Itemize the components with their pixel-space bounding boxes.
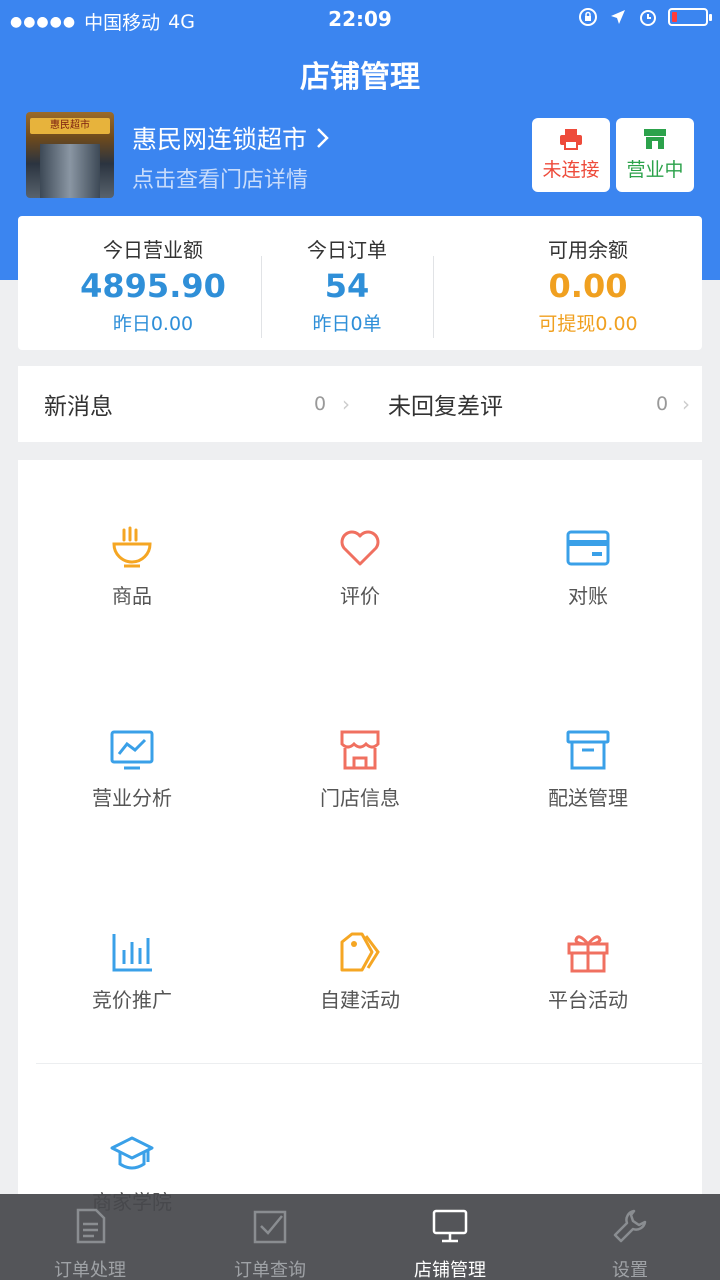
bar-chart-icon [112,934,152,972]
orders-stat[interactable]: 今日订单 54 昨日0单 [261,234,433,336]
chart-monitor-icon [110,730,154,770]
new-messages-count: 0 [314,393,327,415]
unreplied-reviews-item[interactable]: 未回复差评 0 › [388,366,702,442]
location-arrow-icon [611,10,625,24]
chevron-right-icon: › [342,392,350,416]
printer-status-label: 未连接 [542,159,600,181]
card-icon [566,530,610,566]
lock-rotation-icon [579,8,597,26]
grid-item-products[interactable]: 商品 [18,460,246,662]
grid-item-custom-activities[interactable]: 自建活动 [246,864,474,1066]
printer-status-button[interactable]: 未连接 [532,118,610,192]
grid-item-store-info[interactable]: 门店信息 [246,662,474,864]
tab-store-management[interactable]: 店铺管理 [360,1194,540,1280]
grid-item-business-analysis[interactable]: 营业分析 [18,662,246,864]
balance-stat[interactable]: 可用余额 0.00 可提现0.00 [488,234,688,336]
status-bar: ●●●●● 中国移动 4G 22:09 [0,0,720,38]
wrench-icon [613,1209,647,1243]
shop-icon [644,129,666,149]
unreplied-reviews-count: 0 [656,393,669,415]
box-icon [566,730,610,770]
tab-bar: 订单处理 订单查询 店铺管理 设置 [0,1194,720,1280]
graduation-cap-icon [110,1136,154,1170]
storefront-icon [340,730,380,770]
monitor-icon [432,1209,468,1243]
tab-order-processing[interactable]: 订单处理 [0,1194,180,1280]
printer-icon [560,129,582,150]
alarm-icon [640,10,656,26]
divider [433,256,434,338]
business-status-button[interactable]: 营业中 [616,118,694,192]
chevron-right-icon: › [682,392,690,416]
tag-icon [340,932,380,972]
grid-item-delivery-management[interactable]: 配送管理 [474,662,702,864]
business-status-label: 营业中 [626,159,684,181]
page-title: 店铺管理 [300,60,420,95]
store-name-link[interactable]: 惠民网连锁超市 [132,120,331,156]
grid-item-bid-promotion[interactable]: 竞价推广 [18,864,246,1066]
tab-settings[interactable]: 设置 [540,1194,720,1280]
store-name: 惠民网连锁超市 [132,125,308,154]
store-photo[interactable]: 惠民超市 [26,112,114,198]
function-grid: 商品 评价 对账 营业分析 门店信息 配送管理 竞价推广 自建活动 平台活动 商… [18,460,702,1214]
balance-value: 0.00 [548,267,628,305]
stats-card: 今日营业额 4895.90 昨日0.00 今日订单 54 昨日0单 可用余额 0… [18,216,702,350]
grid-item-reviews[interactable]: 评价 [246,460,474,662]
battery-icon [668,8,712,26]
document-icon [76,1208,106,1244]
grid-item-platform-activities[interactable]: 平台活动 [474,864,702,1066]
tab-order-query[interactable]: 订单查询 [180,1194,360,1280]
store-detail-hint[interactable]: 点击查看门店详情 [132,162,308,194]
chevron-right-icon [317,128,329,148]
bowl-icon [112,526,152,568]
gift-icon [567,935,609,973]
new-messages-item[interactable]: 新消息 0 › [44,366,374,442]
checklist-icon [253,1210,287,1244]
orders-value: 54 [324,267,370,305]
revenue-value: 4895.90 [80,267,226,305]
revenue-stat[interactable]: 今日营业额 4895.90 昨日0.00 [58,234,248,336]
messages-row: 新消息 0 › 未回复差评 0 › [18,366,702,442]
heart-icon [340,530,380,566]
grid-item-reconciliation[interactable]: 对账 [474,460,702,662]
